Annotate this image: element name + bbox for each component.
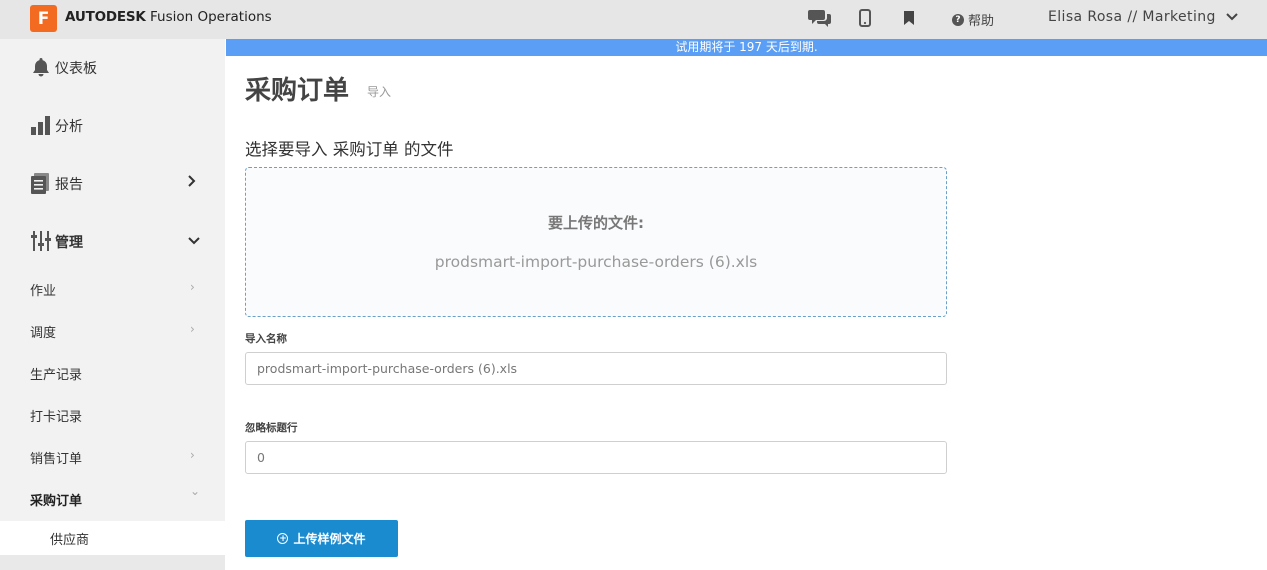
sidebar-subitem-label: 调度 — [30, 326, 57, 341]
top-bar: F AUTODESK Fusion Operations ? 帮助 Elisa … — [0, 0, 1267, 39]
sidebar-item-label: 管理 — [55, 235, 83, 251]
report-icon — [31, 173, 49, 194]
brand-bold: AUTODESK — [65, 9, 146, 25]
sidebar-subitem-label: 作业 — [30, 284, 57, 299]
sidebar-item-label: 仪表板 — [55, 61, 97, 77]
ignore-header-rows-input[interactable] — [245, 441, 947, 474]
help-menu[interactable]: ? 帮助 — [952, 10, 994, 29]
chevron-right-icon: › — [190, 322, 195, 336]
sidebar-subitem-schedule[interactable]: 调度 › — [0, 310, 225, 352]
sidebar-item-label: 分析 — [55, 119, 83, 135]
bell-icon — [33, 58, 49, 77]
page-subtitle: 导入 — [367, 85, 392, 99]
chat-icon[interactable] — [808, 7, 832, 29]
sidebar-overflow — [0, 555, 225, 570]
bar-chart-icon — [31, 116, 50, 135]
help-label: 帮助 — [968, 14, 995, 29]
chevron-right-icon: › — [190, 448, 195, 462]
sidebar-subitem-jobs[interactable]: 作业 › — [0, 268, 225, 310]
trial-banner: 试用期将于 197 天后到期. — [226, 39, 1267, 56]
mobile-icon[interactable] — [853, 7, 877, 29]
chevron-down-icon — [1226, 13, 1238, 21]
dropzone-filename: prodsmart-import-purchase-orders (6).xls — [434, 253, 758, 271]
sidebar-item-reports[interactable]: 报告 — [0, 155, 225, 213]
chevron-right-icon: › — [190, 280, 195, 294]
section-title: 选择要导入 采购订单 的文件 — [245, 140, 454, 159]
sidebar: 仪表板 分析 报告 管理 作业 › 调度 › 生产记录 打卡记录 销售订单 › … — [0, 39, 225, 570]
sliders-icon — [31, 231, 51, 251]
sidebar-subitem-label: 打卡记录 — [30, 410, 83, 425]
plus-circle-icon: + — [277, 533, 289, 544]
sidebar-item-analytics[interactable]: 分析 — [0, 97, 225, 155]
upload-button-label: 上传样例文件 — [293, 532, 366, 546]
user-menu[interactable]: Elisa Rosa // Marketing — [1048, 9, 1238, 25]
dropzone-title: 要上传的文件: — [548, 214, 644, 232]
sidebar-subitem-clock-records[interactable]: 打卡记录 — [0, 394, 225, 436]
bookmark-icon[interactable] — [897, 7, 921, 29]
sidebar-subitem-label: 采购订单 — [30, 494, 83, 509]
question-icon: ? — [952, 13, 964, 26]
fusion-logo[interactable]: F — [30, 5, 57, 32]
sidebar-item-label: 报告 — [55, 177, 83, 193]
chevron-down-icon: ⌄ — [190, 484, 201, 498]
page-title: 采购订单 — [245, 76, 350, 106]
sidebar-subitem-label: 生产记录 — [30, 368, 83, 383]
chevron-down-icon — [188, 233, 200, 249]
sidebar-item-manage[interactable]: 管理 — [0, 213, 225, 271]
sidebar-subitem-label: 销售订单 — [30, 452, 83, 467]
upload-sample-file-button[interactable]: + 上传样例文件 — [245, 520, 398, 557]
sidebar-subitem-label: 供应商 — [50, 533, 90, 548]
file-dropzone[interactable]: 要上传的文件: prodsmart-import-purchase-orders… — [245, 167, 947, 317]
chevron-right-icon — [188, 175, 196, 191]
sidebar-subitem-suppliers[interactable]: 供应商 — [0, 521, 225, 555]
import-name-input[interactable] — [245, 352, 947, 385]
import-name-label: 导入名称 — [245, 333, 287, 345]
brand-rest: Fusion Operations — [145, 9, 272, 25]
sidebar-subitem-production-records[interactable]: 生产记录 — [0, 352, 225, 394]
ignore-header-rows-label: 忽略标题行 — [245, 422, 298, 434]
sidebar-item-dashboard[interactable]: 仪表板 — [0, 39, 225, 97]
sidebar-subitem-purchase-orders[interactable]: 采购订单 ⌄ — [0, 478, 225, 520]
main-content: 采购订单 导入 选择要导入 采购订单 的文件 要上传的文件: prodsmart… — [226, 56, 1267, 570]
sidebar-subitem-sales-orders[interactable]: 销售订单 › — [0, 436, 225, 478]
brand-name: AUTODESK Fusion Operations — [65, 9, 272, 25]
user-label: Elisa Rosa // Marketing — [1048, 9, 1216, 25]
